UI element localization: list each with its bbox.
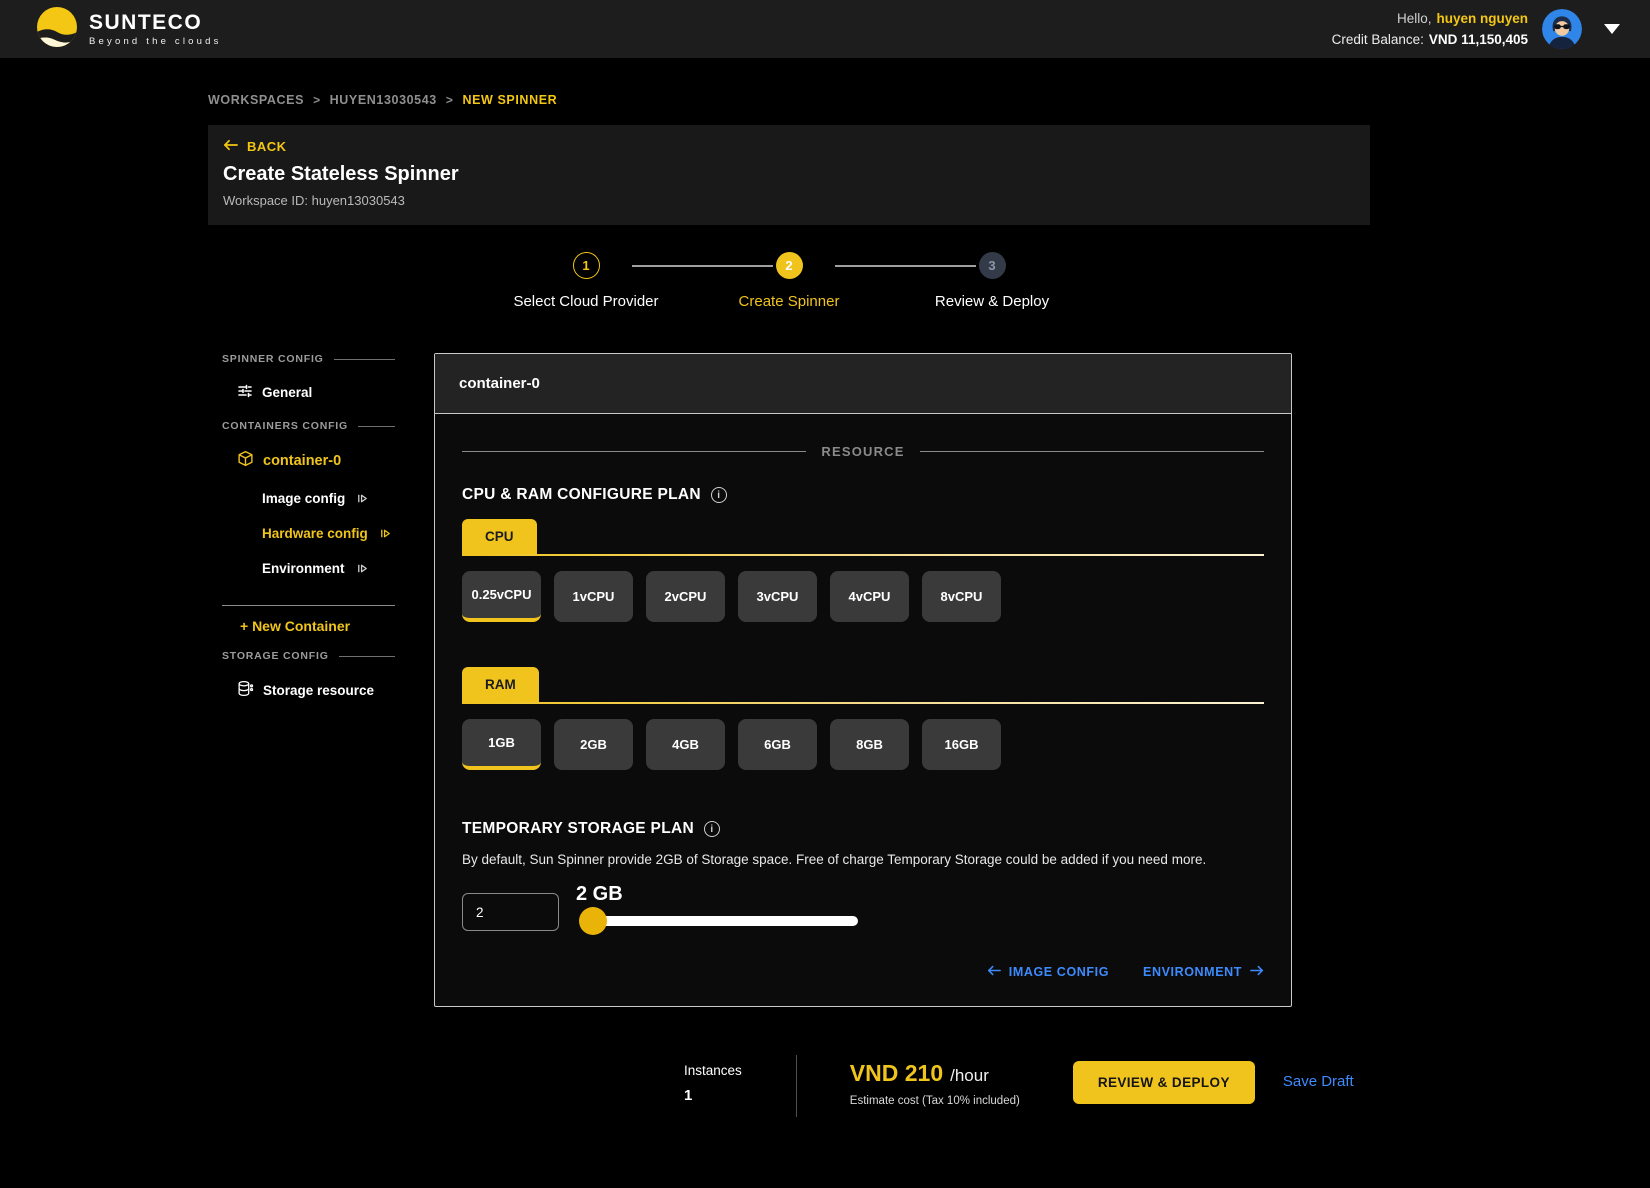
cpu-tab[interactable]: CPU (462, 519, 537, 554)
cpu-option-4vcpu[interactable]: 4vCPU (830, 571, 909, 622)
sunteco-logo-icon (37, 6, 77, 52)
credit-balance-value: VND 11,150,405 (1428, 32, 1528, 47)
database-icon (237, 680, 254, 700)
back-label: BACK (247, 139, 287, 154)
instances-label: Instances (684, 1063, 742, 1078)
user-menu-caret-icon[interactable] (1604, 24, 1620, 34)
instances-value: 1 (684, 1087, 693, 1104)
storage-slider-track[interactable] (579, 907, 858, 935)
sidebar-item-environment[interactable]: Environment (262, 561, 395, 576)
cpu-options: 0.25vCPU 1vCPU 2vCPU 3vCPU 4vCPU 8vCPU (462, 571, 1264, 622)
temporary-storage-heading: TEMPORARY STORAGE PLAN (462, 820, 1264, 838)
breadcrumb-workspaces[interactable]: WORKSPACES (208, 93, 304, 107)
ram-option-8gb[interactable]: 8GB (830, 719, 909, 770)
brand-logo[interactable]: SUNTECO Beyond the clouds (37, 6, 222, 52)
step-label: Select Cloud Provider (513, 293, 659, 310)
containers-config-section-label: CONTAINERS CONFIG (222, 420, 395, 432)
brand-tagline: Beyond the clouds (89, 35, 222, 47)
resource-divider: RESOURCE (462, 414, 1264, 459)
step-review-deploy[interactable]: 3 Review & Deploy (835, 252, 1094, 310)
storage-config-section-label: STORAGE CONFIG (222, 650, 395, 662)
estimate-note: Estimate cost (Tax 10% included) (849, 1095, 1020, 1107)
save-draft-button[interactable]: Save Draft (1283, 1073, 1354, 1090)
cpu-tab-underline (462, 554, 1264, 556)
step-circle: 2 (775, 252, 803, 279)
spinner-config-section-label: SPINNER CONFIG (222, 353, 395, 365)
cpu-option-0.25vcpu[interactable]: 0.25vCPU (462, 571, 541, 622)
cube-icon (237, 450, 254, 471)
app-root: SUNTECO Beyond the clouds Hello, huyen ng… (0, 0, 1650, 1188)
arrow-left-icon (223, 139, 238, 154)
credit-balance-label: Credit Balance: (1331, 32, 1424, 47)
cpu-option-8vcpu[interactable]: 8vCPU (922, 571, 1001, 622)
new-container-button[interactable]: + New Container (240, 618, 395, 634)
bottom-action-bar: Instances 1 VND 210 /hour Estimate cost … (684, 1055, 1354, 1117)
ram-tab-underline (462, 702, 1264, 704)
arrow-right-icon (1250, 965, 1264, 979)
breadcrumb-workspace-id[interactable]: HUYEN13030543 (330, 93, 437, 107)
breadcrumb-separator-icon: > (313, 93, 321, 107)
sidebar-item-general[interactable]: General (237, 383, 395, 402)
sidebar-item-container-0[interactable]: container-0 (237, 450, 395, 471)
skip-forward-icon (379, 527, 392, 540)
step-select-cloud-provider[interactable]: 1 Select Cloud Provider (485, 252, 688, 310)
bottom-bar-divider (795, 1055, 797, 1117)
price-unit: /hour (950, 1066, 989, 1085)
step-circle: 3 (978, 252, 1006, 279)
review-deploy-button[interactable]: REVIEW & DEPLOY (1072, 1061, 1255, 1104)
price-value: VND 210 (849, 1060, 944, 1086)
step-label: Create Spinner (738, 293, 840, 310)
config-sidebar: SPINNER CONFIG General CONTAINERS CONFIG… (208, 353, 395, 700)
step-create-spinner[interactable]: 2 Create Spinner (632, 252, 891, 310)
container-config-panel: container-0 RESOURCE CPU & RAM CONFIGURE… (434, 353, 1292, 1007)
tune-icon (237, 383, 253, 402)
ram-option-4gb[interactable]: 4GB (646, 719, 725, 770)
image-config-link[interactable]: IMAGE CONFIG (987, 965, 1109, 979)
panel-title: container-0 (435, 354, 1291, 414)
cpu-option-1vcpu[interactable]: 1vCPU (554, 571, 633, 622)
breadcrumb-separator-icon: > (445, 93, 454, 107)
storage-size-value-label: 2 GB (576, 883, 623, 905)
ram-tab[interactable]: RAM (462, 667, 539, 702)
storage-description: By default, Sun Spinner provide 2GB of S… (462, 852, 1207, 867)
cpu-ram-plan-heading: CPU & RAM CONFIGURE PLAN (462, 486, 1264, 504)
arrow-left-icon (987, 965, 1001, 979)
back-button[interactable]: BACK (223, 139, 1355, 154)
step-label: Review & Deploy (934, 293, 1050, 310)
cpu-option-3vcpu[interactable]: 3vCPU (738, 571, 817, 622)
greeting-text: Hello, (1396, 11, 1432, 26)
sidebar-divider (222, 605, 395, 606)
skip-forward-icon (356, 492, 369, 505)
sidebar-item-hardware-config[interactable]: Hardware config (262, 526, 395, 541)
cpu-option-2vcpu[interactable]: 2vCPU (646, 571, 725, 622)
ram-option-16gb[interactable]: 16GB (922, 719, 1001, 770)
page-header-card: BACK Create Stateless Spinner Workspace … (208, 125, 1370, 225)
breadcrumb: WORKSPACES > HUYEN13030543 > NEW SPINNER (208, 93, 1370, 107)
step-circle: 1 (572, 252, 600, 279)
username: huyen nguyen (1436, 11, 1528, 26)
sidebar-item-image-config[interactable]: Image config (262, 491, 395, 506)
storage-size-input[interactable] (462, 893, 559, 931)
page-title: Create Stateless Spinner (223, 163, 459, 185)
ram-option-1gb[interactable]: 1GB (462, 719, 541, 770)
topbar: SUNTECO Beyond the clouds Hello, huyen ng… (0, 0, 1650, 58)
storage-slider-thumb[interactable] (579, 907, 607, 935)
sidebar-item-storage-resource[interactable]: Storage resource (237, 680, 395, 700)
workspace-id-subtitle: Workspace ID: huyen13030543 (223, 193, 405, 208)
breadcrumb-new-spinner: NEW SPINNER (462, 93, 558, 107)
ram-option-6gb[interactable]: 6GB (738, 719, 817, 770)
skip-forward-icon (356, 562, 369, 575)
info-icon[interactable] (703, 821, 720, 837)
user-avatar[interactable] (1542, 9, 1582, 49)
ram-options: 1GB 2GB 4GB 6GB 8GB 16GB (462, 719, 1264, 770)
brand-name: SUNTECO (89, 10, 203, 34)
environment-link[interactable]: ENVIRONMENT (1143, 965, 1264, 979)
ram-option-2gb[interactable]: 2GB (554, 719, 633, 770)
info-icon[interactable] (710, 487, 727, 503)
stepper: 1 Select Cloud Provider 2 Create Spinner… (208, 252, 1370, 310)
